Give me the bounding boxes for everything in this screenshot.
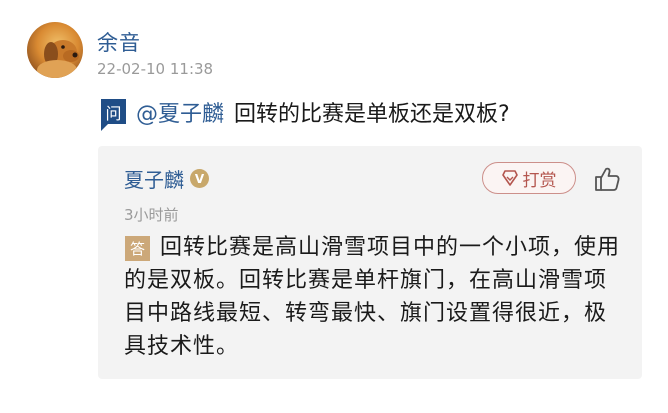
- diamond-icon: [501, 170, 518, 186]
- verified-badge-icon: V: [190, 169, 209, 188]
- question-text: 回转的比赛是单板还是双板?: [234, 102, 510, 127]
- post-timestamp: 22-02-10 11:38: [97, 60, 214, 78]
- mention-link[interactable]: @夏子麟: [136, 102, 224, 127]
- question-text-line: @夏子麟 回转的比赛是单板还是双板?: [136, 96, 510, 128]
- avatar[interactable]: [27, 22, 83, 78]
- reward-button[interactable]: 打赏: [482, 162, 576, 194]
- answerer-name[interactable]: 夏子麟: [124, 164, 184, 193]
- username[interactable]: 余音: [97, 27, 141, 57]
- reward-label: 打赏: [522, 170, 557, 191]
- answer-time: 3小时前: [124, 206, 179, 224]
- dog-avatar-icon: [37, 40, 79, 78]
- answer-text: 回转比赛是高山滑雪项目中的一个小项，使用的是双板。回转比赛是单杆旗门，在高山滑雪…: [124, 235, 621, 359]
- thumbs-up-icon[interactable]: [593, 165, 621, 193]
- question-badge: 问: [101, 99, 126, 131]
- answer-card: 夏子麟 V 打赏 3小时前 答 回转比赛是高山滑雪项目中的一个小项，使用的是双板…: [98, 146, 642, 379]
- answerer-row: 夏子麟 V: [124, 164, 209, 193]
